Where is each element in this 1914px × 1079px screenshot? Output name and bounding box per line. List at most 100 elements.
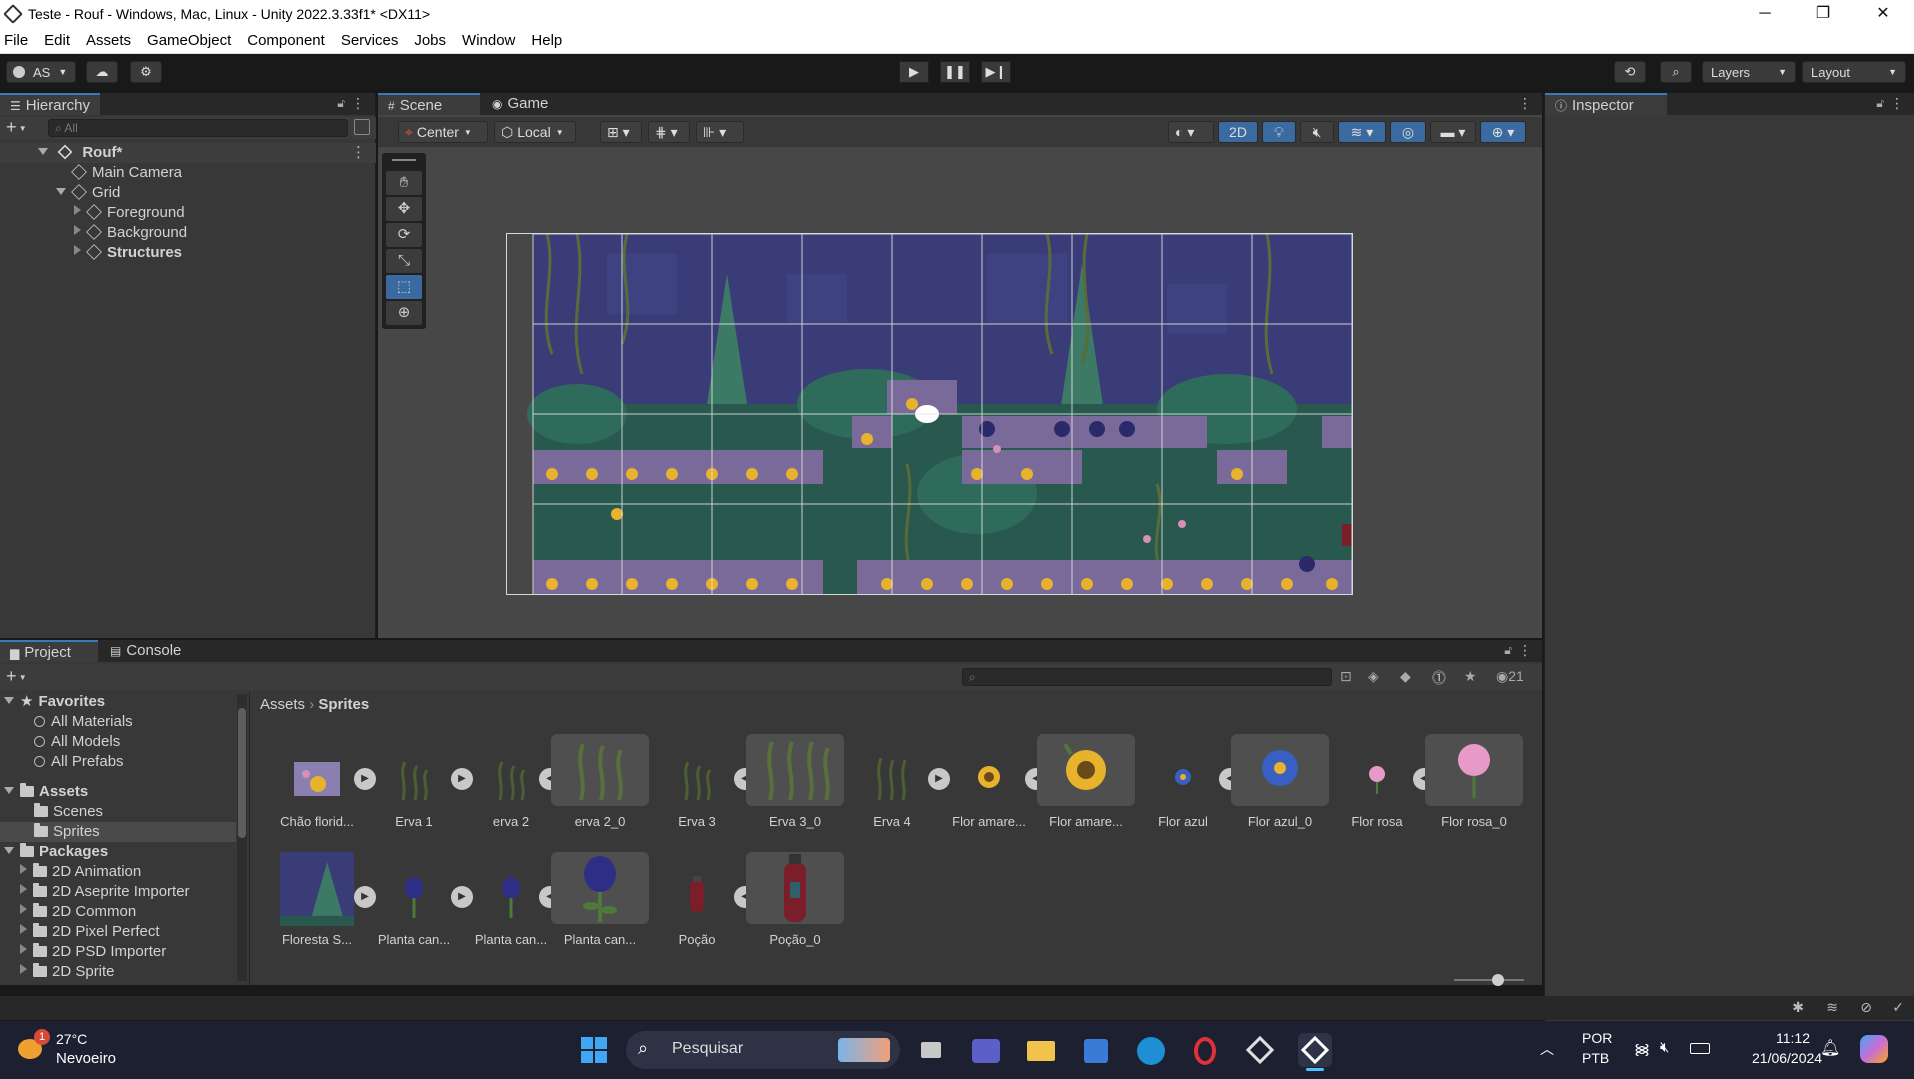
draw-mode-dropdown[interactable]: ◐ ▾	[1168, 121, 1214, 143]
tab-scene[interactable]: # Scene	[378, 93, 480, 115]
collapsed-arrow-icon[interactable]	[74, 225, 81, 235]
layout-dropdown[interactable]: Layout ▼	[1802, 61, 1906, 83]
expand-arrow-icon[interactable]	[56, 188, 66, 195]
asset-item[interactable]: Erva 4	[843, 734, 941, 844]
expand-arrow-icon[interactable]	[4, 847, 14, 854]
effects-toggle[interactable]: ≋ ▾	[1338, 121, 1386, 143]
tree-favorites[interactable]: ★ Favorites	[0, 692, 105, 712]
more-menu-icon[interactable]: ⋮	[1518, 95, 1532, 112]
layers-dropdown[interactable]: Layers ▼	[1702, 61, 1796, 83]
menu-jobs[interactable]: Jobs	[406, 32, 454, 49]
teams-app[interactable]	[968, 1033, 1002, 1067]
breadcrumb-assets[interactable]: Assets	[260, 696, 305, 713]
tree-all-materials[interactable]: All Materials	[34, 712, 133, 732]
asset-item[interactable]: Chão florid...	[268, 734, 366, 844]
opera-app[interactable]	[1188, 1033, 1222, 1067]
language-bottom[interactable]: PTB	[1582, 1050, 1609, 1066]
close-button[interactable]: ✕	[1852, 0, 1914, 28]
collapsed-arrow-icon[interactable]	[20, 864, 27, 874]
search-scope-icon[interactable]: ⊡	[1340, 668, 1352, 685]
account-dropdown[interactable]: AS ▼	[6, 61, 76, 83]
tab-project[interactable]: ▆ Project	[0, 640, 98, 662]
edge-app[interactable]	[1133, 1033, 1167, 1067]
cloud-button[interactable]: ☁	[86, 61, 118, 83]
camera-dropdown[interactable]: ▬ ▾	[1430, 121, 1476, 143]
asset-item[interactable]: erva 2_0	[551, 734, 649, 844]
weather-widget[interactable]: 1 27°C Nevoeiro	[14, 1029, 144, 1071]
thumbnail-size-slider[interactable]	[1454, 974, 1524, 986]
tab-inspector[interactable]: ⓘ Inspector	[1545, 93, 1667, 115]
tree-sprites[interactable]: Sprites	[0, 822, 236, 842]
cache-server-icon[interactable]: ≋	[1826, 999, 1838, 1016]
space-dropdown[interactable]: ⬡ Local ▼	[494, 121, 576, 143]
collapsed-arrow-icon[interactable]	[20, 944, 27, 954]
tree-packages[interactable]: Packages	[0, 842, 108, 862]
minimize-button[interactable]: ─	[1736, 0, 1794, 28]
scene-row[interactable]: Rouf* ⋮	[0, 143, 376, 163]
grid-settings-button[interactable]: ⊪ ▾	[696, 121, 744, 143]
tree-package[interactable]: 2D Common	[20, 902, 136, 922]
collapsed-arrow-icon[interactable]	[20, 924, 27, 934]
collapsed-arrow-icon[interactable]	[20, 964, 27, 974]
task-view-button[interactable]	[913, 1033, 947, 1067]
hierarchy-item-structures[interactable]: Structures	[0, 243, 182, 263]
filter-type-icon[interactable]: ◈	[1368, 668, 1379, 685]
maximize-button[interactable]: ❐	[1794, 0, 1852, 28]
lighting-toggle[interactable]: 💡︎	[1262, 121, 1296, 143]
menu-gameobject[interactable]: GameObject	[139, 32, 239, 49]
hidden-objects-toggle[interactable]: ◎	[1390, 121, 1426, 143]
wifi-icon[interactable]: ᯼	[1634, 1039, 1650, 1059]
collapsed-arrow-icon[interactable]	[20, 884, 27, 894]
tree-package[interactable]: 2D Animation	[20, 862, 141, 882]
copilot-icon[interactable]	[1860, 1035, 1888, 1063]
asset-item[interactable]: Erva 3_0	[746, 734, 844, 844]
warning-filter-icon[interactable]: ⓵	[1432, 668, 1446, 688]
asset-item[interactable]: Erva 1	[365, 734, 463, 844]
menu-help[interactable]: Help	[523, 32, 570, 49]
hierarchy-item-grid[interactable]: Grid	[0, 183, 120, 203]
speaker-mute-icon[interactable]: 🔇︎	[1660, 1039, 1669, 1056]
collapsed-arrow-icon[interactable]	[20, 904, 27, 914]
tree-package[interactable]: 2D PSD Importer	[20, 942, 166, 962]
asset-item[interactable]: Poção_0	[746, 852, 844, 962]
favorite-star-icon[interactable]: ★	[1464, 668, 1477, 685]
breadcrumb-sprites[interactable]: Sprites	[318, 696, 369, 713]
expand-arrow-icon[interactable]	[4, 697, 14, 704]
hand-tool[interactable]: ✋︎	[386, 171, 422, 195]
store-app[interactable]	[1078, 1033, 1112, 1067]
menu-edit[interactable]: Edit	[36, 32, 78, 49]
check-icon[interactable]: ✓	[1892, 999, 1904, 1016]
battery-icon[interactable]	[1690, 1043, 1710, 1054]
debug-icon[interactable]: ✱	[1792, 999, 1804, 1016]
more-menu-icon[interactable]: ⋮	[351, 95, 365, 112]
asset-item[interactable]: Planta can...	[365, 852, 463, 962]
history-button[interactable]: ⟲	[1614, 61, 1646, 83]
asset-item[interactable]: Poção	[648, 852, 746, 962]
clock-date[interactable]: 21/06/2024	[1752, 1050, 1822, 1066]
lock-icon[interactable]: 🔓︎	[1876, 96, 1884, 111]
scene-visibility-icon[interactable]	[354, 119, 370, 135]
menu-assets[interactable]: Assets	[78, 32, 139, 49]
unity-hub-app[interactable]	[1243, 1033, 1277, 1067]
asset-item[interactable]: Flor rosa	[1328, 734, 1426, 844]
tree-assets[interactable]: Assets	[0, 782, 88, 802]
transform-tool[interactable]: ⊕	[386, 301, 422, 325]
tab-hierarchy[interactable]: ☰ Hierarchy	[0, 93, 100, 115]
more-menu-icon[interactable]: ⋮	[351, 143, 366, 163]
add-button[interactable]: + ▼	[6, 117, 27, 138]
grid-snap-button[interactable]: ⊞ ▾	[600, 121, 642, 143]
asset-item[interactable]: Flor amare...	[1037, 734, 1135, 844]
increment-snap-button[interactable]: ⋕ ▾	[648, 121, 690, 143]
play-button[interactable]: ▶	[899, 61, 929, 83]
unity-editor-app[interactable]	[1298, 1033, 1332, 1071]
network-icon[interactable]: ⊘	[1860, 999, 1872, 1016]
tree-package[interactable]: 2D Pixel Perfect	[20, 922, 160, 942]
menu-window[interactable]: Window	[454, 32, 523, 49]
asset-item[interactable]: Planta can...	[551, 852, 649, 962]
palette-handle[interactable]	[392, 159, 416, 161]
hierarchy-item-background[interactable]: Background	[0, 223, 187, 243]
toggle-2d-button[interactable]: 2D	[1218, 121, 1258, 143]
clock-time[interactable]: 11:12	[1776, 1030, 1810, 1046]
tab-console[interactable]: ▤ Console	[100, 640, 191, 662]
tree-scrollbar[interactable]	[237, 694, 247, 981]
